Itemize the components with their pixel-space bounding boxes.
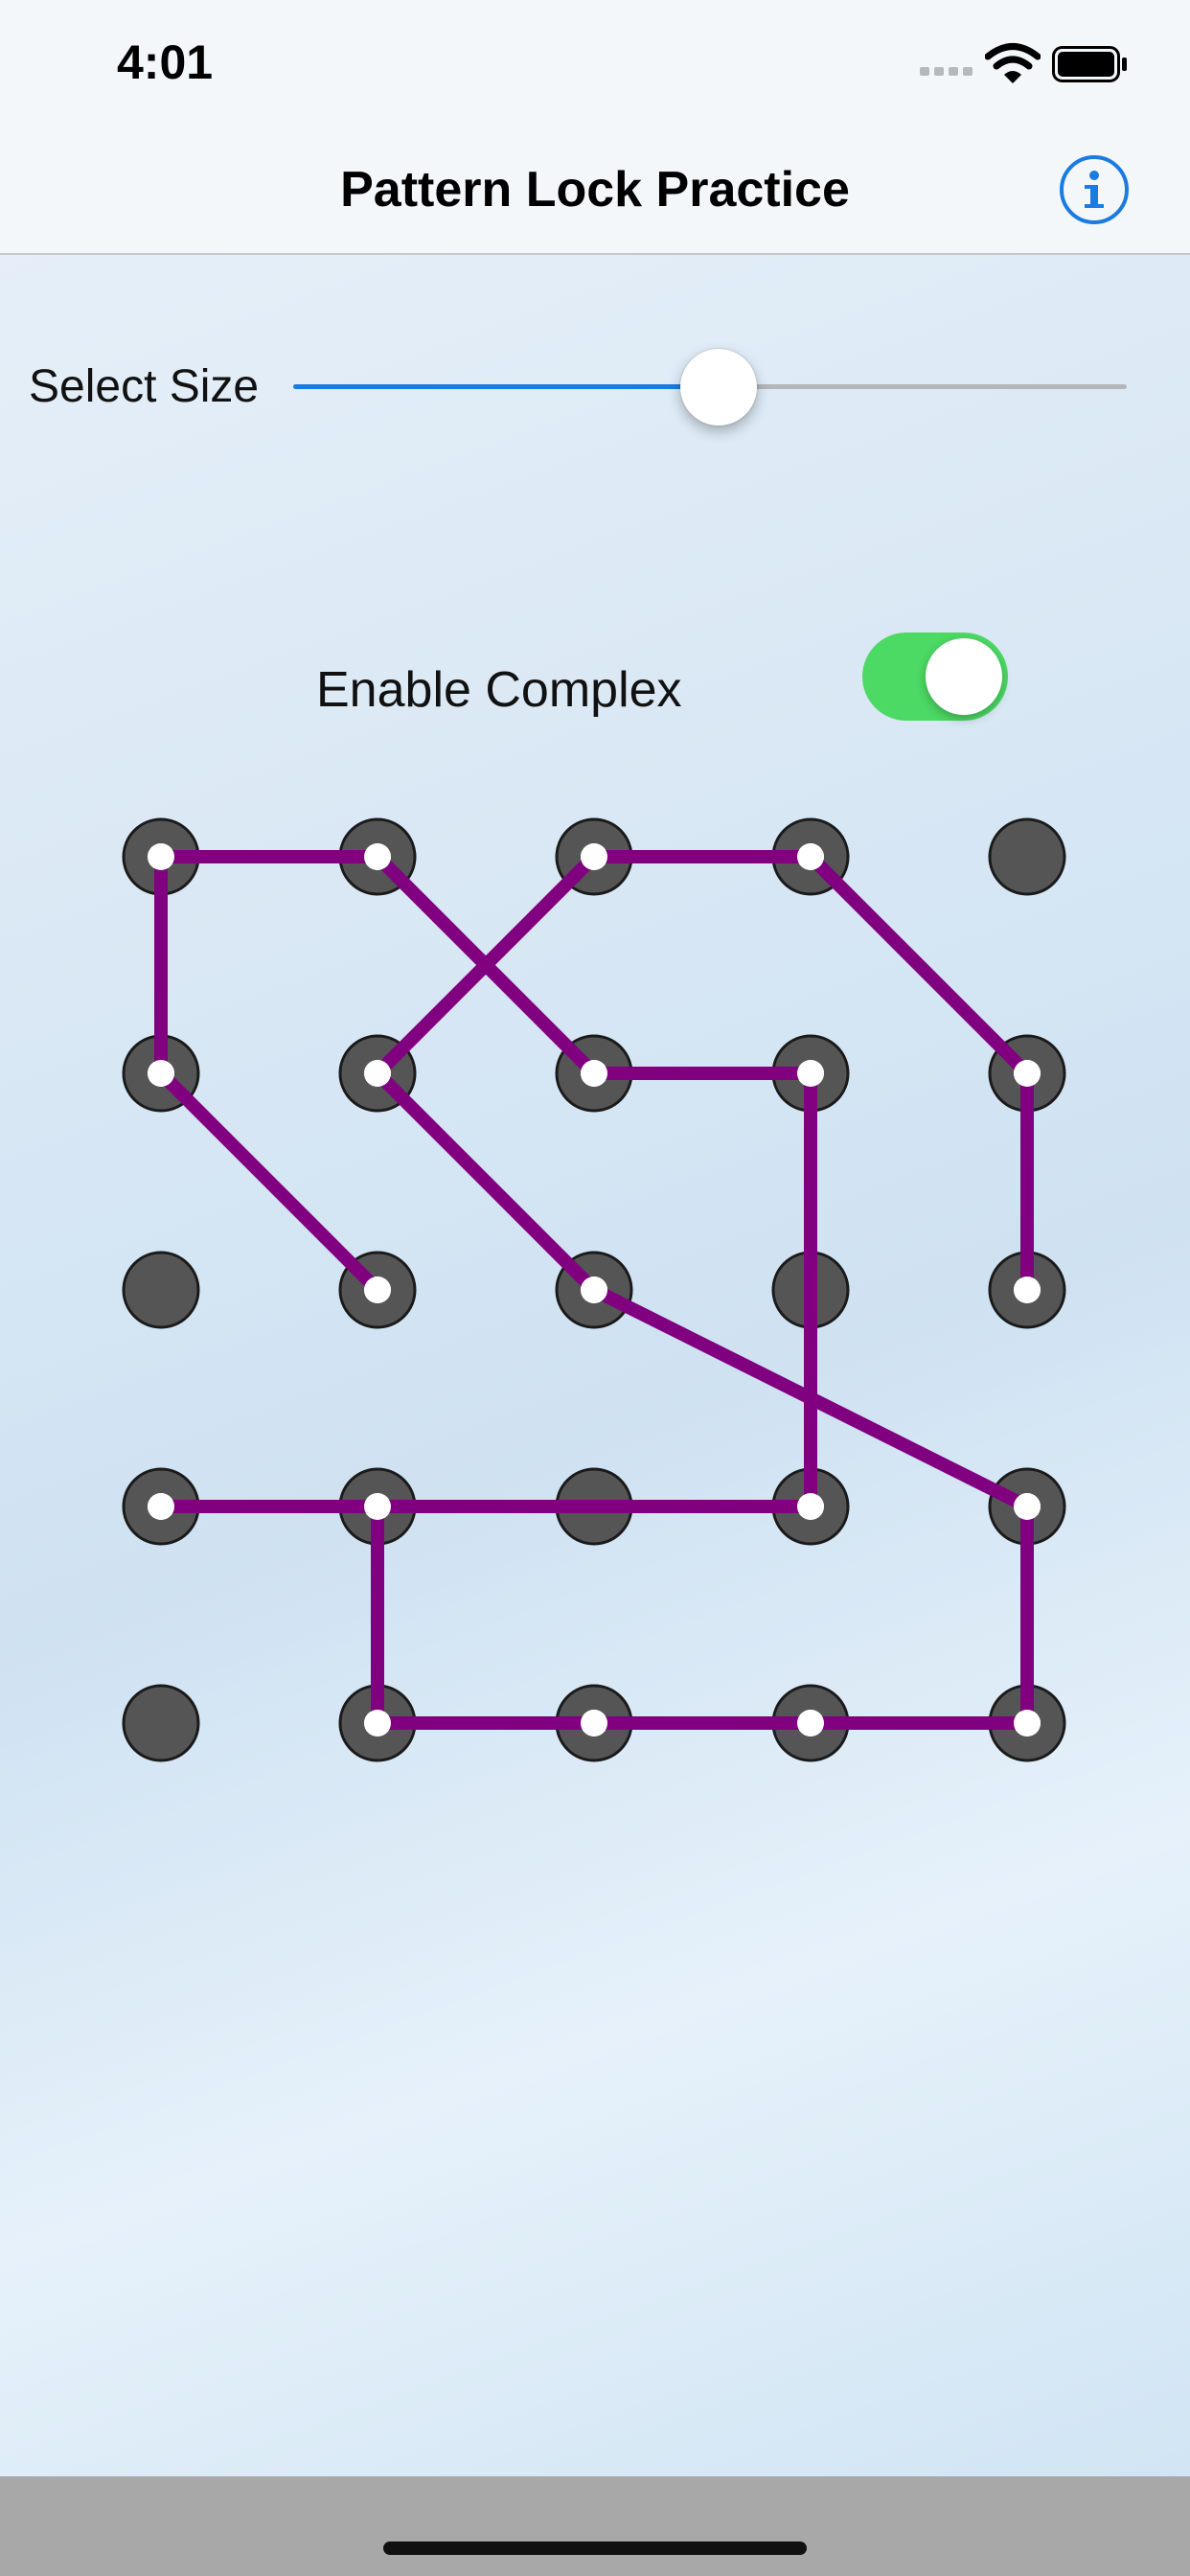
complex-toggle[interactable] (862, 632, 1008, 721)
slider-fill (293, 384, 719, 389)
pattern-dot-2-0[interactable] (122, 1251, 200, 1329)
complex-label: Enable Complex (316, 662, 682, 718)
selected-marker (797, 1710, 824, 1736)
pattern-grid[interactable] (0, 767, 1190, 1821)
selected-marker (364, 1276, 391, 1303)
status-bar: 4:01 (0, 0, 1190, 126)
pattern-segment (806, 852, 1032, 1078)
info-button[interactable] (1060, 155, 1129, 224)
page-title: Pattern Lock Practice (340, 162, 850, 218)
toggle-knob (926, 638, 1002, 715)
size-label: Select Size (29, 361, 260, 412)
selected-marker (1014, 1060, 1041, 1087)
selected-marker (581, 1060, 607, 1087)
selected-marker (364, 1493, 391, 1520)
selected-marker (1014, 1710, 1041, 1736)
selected-marker (581, 843, 607, 870)
pattern-segment (373, 1069, 599, 1295)
selected-marker (364, 1060, 391, 1087)
pattern-dot-0-4[interactable] (988, 817, 1066, 896)
size-slider[interactable] (293, 335, 1127, 435)
selected-marker (581, 1276, 607, 1303)
selected-marker (581, 1710, 607, 1736)
selected-marker (364, 843, 391, 870)
selected-marker (148, 843, 174, 870)
selected-marker (1014, 1276, 1041, 1303)
info-icon (1085, 171, 1104, 208)
pattern-segment (156, 1069, 382, 1295)
selected-marker (797, 843, 824, 870)
selected-marker (1014, 1493, 1041, 1520)
navigation-bar: Pattern Lock Practice (0, 126, 1190, 255)
home-indicator[interactable] (383, 2542, 807, 2555)
selected-marker (148, 1493, 174, 1520)
wifi-icon (985, 43, 1041, 83)
slider-thumb[interactable] (679, 349, 757, 426)
pattern-dot-4-0[interactable] (122, 1684, 200, 1762)
status-time: 4:01 (117, 35, 214, 89)
selected-marker (148, 1060, 174, 1087)
selected-marker (797, 1060, 824, 1087)
home-indicator-area (0, 2476, 1190, 2576)
selected-marker (797, 1493, 824, 1520)
selected-marker (364, 1710, 391, 1736)
cellular-signal-icon (920, 63, 973, 77)
battery-icon (1052, 46, 1127, 82)
